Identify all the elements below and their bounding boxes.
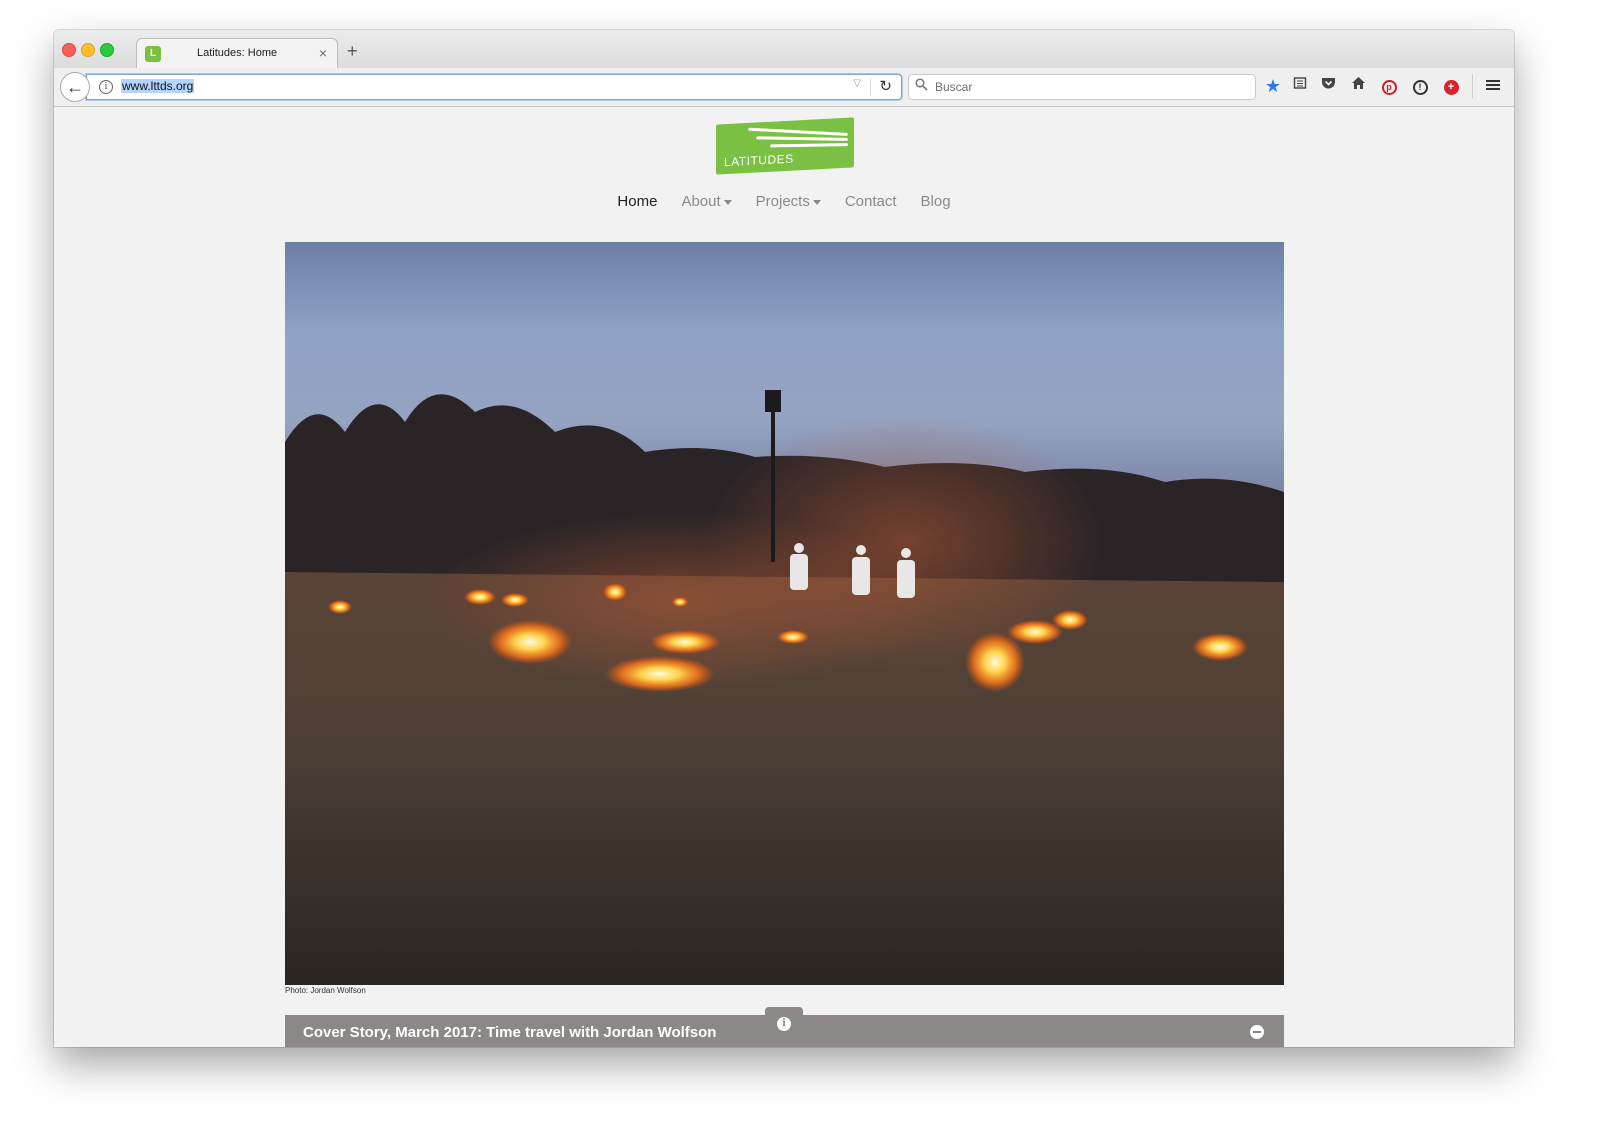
latitudes-logo[interactable]: LATITUDES — [716, 117, 854, 175]
info-icon: i — [777, 1017, 791, 1031]
main-nav: Home About Projects Contact Blog — [54, 193, 1514, 210]
logo-stripe — [748, 127, 848, 136]
navigation-toolbar: ← i www.lttds.org ▽ ↻ Buscar ★ p ! + — [54, 68, 1514, 107]
pinterest-icon[interactable]: p — [1378, 75, 1400, 97]
nav-blog[interactable]: Blog — [921, 193, 951, 210]
logo-stripe — [769, 143, 849, 148]
browser-window: L Latitudes: Home × + ← i www.lttds.org … — [54, 30, 1514, 1047]
search-icon — [915, 78, 928, 94]
reading-list-icon[interactable] — [1289, 75, 1311, 97]
favicon-icon: L — [145, 46, 161, 62]
plus-extension-icon[interactable]: + — [1440, 75, 1462, 97]
nav-projects-label: Projects — [755, 193, 810, 210]
close-window-button[interactable] — [62, 43, 76, 57]
tab-latitudes-home[interactable]: L Latitudes: Home × — [136, 38, 338, 70]
reload-button[interactable]: ↻ — [879, 77, 892, 95]
info-tab[interactable]: i — [765, 1007, 803, 1041]
url-text[interactable]: www.lttds.org — [121, 79, 195, 93]
web-page: LATITUDES Home About Projects Contact Blog — [54, 107, 1514, 1047]
caret-down-icon — [723, 199, 732, 205]
pocket-icon[interactable] — [1317, 75, 1339, 97]
nav-about-label: About — [681, 193, 721, 210]
logo-stripe — [756, 136, 848, 141]
hero-image[interactable] — [285, 242, 1284, 985]
url-separator — [870, 78, 871, 96]
history-dropdown-icon[interactable]: ▽ — [853, 78, 861, 89]
nav-about[interactable]: About — [681, 193, 732, 210]
cover-story-bar[interactable]: i Cover Story, March 2017: Time travel w… — [285, 1007, 1284, 1047]
logo-text: LATITUDES — [724, 151, 794, 170]
photo-caption: Photo: Jordan Wolfson — [285, 986, 366, 995]
cover-story-title[interactable]: Cover Story, March 2017: Time travel wit… — [303, 1024, 716, 1041]
collapse-icon[interactable] — [1250, 1025, 1264, 1039]
search-placeholder: Buscar — [935, 80, 973, 94]
tab-strip: L Latitudes: Home × + — [54, 30, 1514, 70]
hero-illustration — [285, 390, 1284, 985]
star-icon[interactable]: ★ — [1262, 75, 1284, 97]
url-bar[interactable]: i www.lttds.org ▽ ↻ — [86, 74, 902, 100]
zoom-window-button[interactable] — [100, 43, 114, 57]
nav-home[interactable]: Home — [617, 193, 657, 210]
nav-contact[interactable]: Contact — [845, 193, 897, 210]
tab-close-icon[interactable]: × — [319, 45, 327, 61]
minimize-window-button[interactable] — [81, 43, 95, 57]
back-button[interactable]: ← — [60, 72, 90, 102]
menu-icon[interactable] — [1482, 75, 1504, 97]
password-icon[interactable]: ! — [1409, 75, 1431, 97]
site-info-icon[interactable]: i — [99, 80, 113, 94]
search-bar[interactable]: Buscar — [908, 74, 1256, 100]
tab-title: Latitudes: Home — [197, 47, 278, 59]
toolbar-divider — [1472, 74, 1473, 98]
new-tab-button[interactable]: + — [347, 42, 358, 60]
nav-projects[interactable]: Projects — [756, 193, 821, 210]
home-icon[interactable] — [1347, 75, 1369, 97]
caret-down-icon — [812, 199, 821, 205]
